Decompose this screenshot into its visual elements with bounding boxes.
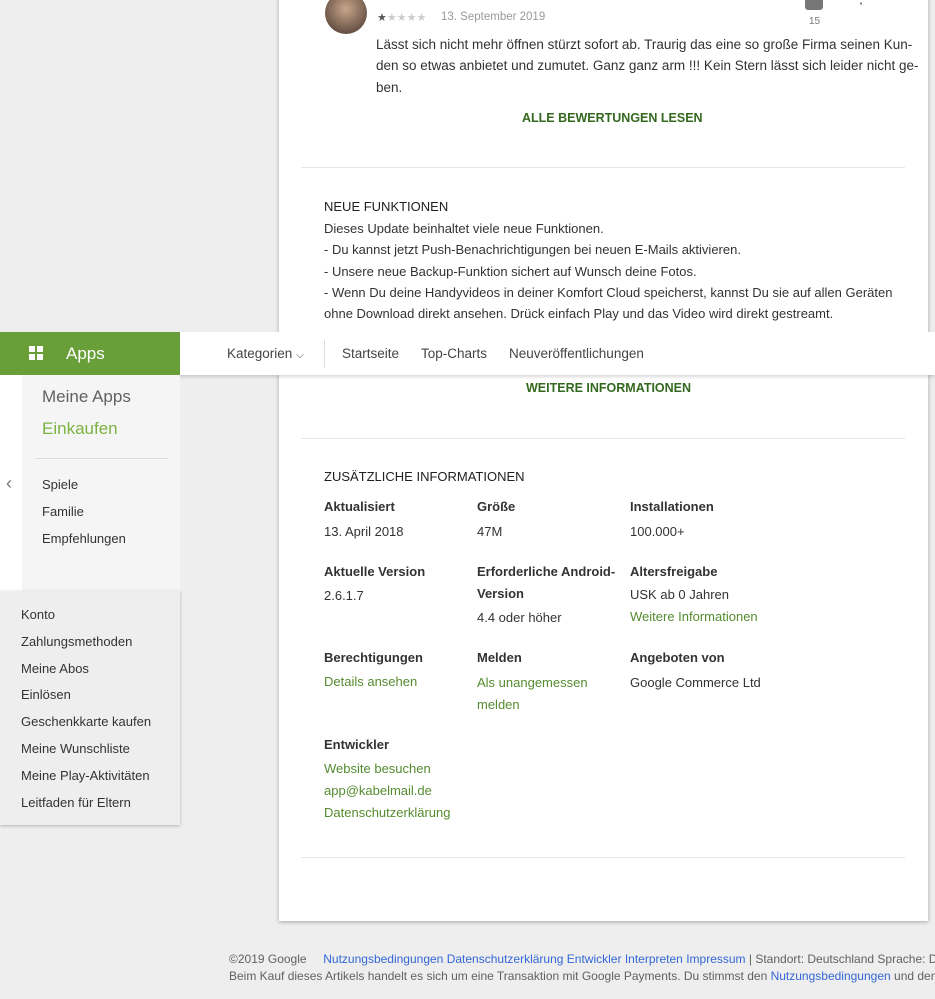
chevron-down-icon: ⌵ bbox=[296, 350, 304, 361]
footer-developers-link[interactable]: Entwickler bbox=[567, 952, 622, 966]
nav-new-releases[interactable]: Neuveröffentlichungen bbox=[509, 346, 644, 361]
footer-line-1: ©2019 Google Nutzungsbedingungen Datensc… bbox=[229, 952, 935, 966]
nav-top-charts[interactable]: Top-Charts bbox=[421, 346, 487, 361]
review-text-line: Lässt sich nicht mehr öffnen stürzt sofo… bbox=[376, 37, 913, 52]
nav-divider bbox=[324, 340, 325, 368]
collapse-sidebar-chevron-icon[interactable]: ‹ bbox=[6, 473, 12, 494]
footer-line-2: Beim Kauf dieses Artikels handelt es sic… bbox=[229, 969, 935, 983]
whats-new-line: ohne Download direkt ansehen. Drück einf… bbox=[324, 306, 834, 321]
nav-home[interactable]: Startseite bbox=[342, 346, 399, 361]
footer-terms-link[interactable]: Nutzungsbedingungen bbox=[771, 969, 891, 983]
whats-new-line: - Wenn Du deine Handyvideos in deiner Ko… bbox=[324, 285, 893, 300]
sidebar: ‹ Meine Apps Einkaufen Spiele Familie Em… bbox=[0, 375, 180, 591]
menu-redeem[interactable]: Einlösen bbox=[21, 687, 71, 702]
menu-parent-guide[interactable]: Leitfaden für Eltern bbox=[21, 795, 131, 810]
more-options-icon[interactable]: ⋮ bbox=[853, 0, 869, 7]
android-value: 4.4 oder höher bbox=[477, 610, 562, 625]
developer-privacy-link[interactable]: Datenschutzerklärung bbox=[324, 805, 450, 820]
sidebar-family[interactable]: Familie bbox=[42, 504, 84, 519]
permissions-link[interactable]: Details ansehen bbox=[324, 674, 417, 689]
footer-terms-link[interactable]: Nutzungsbedingungen bbox=[323, 952, 443, 966]
star-filled-icon: ★ bbox=[377, 12, 387, 24]
more-info-button[interactable]: WEITERE INFORMATIONEN bbox=[526, 381, 691, 395]
helpful-count: 15 bbox=[809, 16, 821, 27]
footer-location: | Standort: Deutschland Sprache: Deu bbox=[748, 952, 935, 966]
sidebar-shop[interactable]: Einkaufen bbox=[42, 419, 118, 439]
sidebar-divider bbox=[35, 458, 168, 459]
updated-value: 13. April 2018 bbox=[324, 524, 404, 539]
permissions-label: Berechtigungen bbox=[324, 650, 423, 665]
divider bbox=[301, 167, 905, 168]
installs-value: 100.000+ bbox=[630, 524, 685, 539]
menu-gift-card[interactable]: Geschenkkarte kaufen bbox=[21, 714, 151, 729]
developer-label: Entwickler bbox=[324, 737, 390, 752]
additional-info-title: ZUSÄTZLICHE INFORMATIONEN bbox=[324, 469, 525, 484]
review-text-line: den so etwas anbietet und zumutet. Ganz … bbox=[376, 58, 919, 73]
menu-subscriptions[interactable]: Meine Abos bbox=[21, 661, 89, 676]
top-nav-bar: Apps Kategorien ⌵ Startseite Top-Charts … bbox=[0, 332, 935, 375]
read-all-reviews-button[interactable]: ALLE BEWERTUNGEN LESEN bbox=[522, 111, 703, 125]
star-empty-icon: ★★★★ bbox=[386, 12, 427, 24]
sidebar-games[interactable]: Spiele bbox=[42, 477, 78, 492]
categories-dropdown[interactable]: Kategorien ⌵ bbox=[227, 346, 304, 361]
android-label: Erforderliche Android- bbox=[477, 564, 616, 579]
footer-privacy-link[interactable]: Datenschutzerklärung bbox=[447, 952, 564, 966]
categories-label: Kategorien bbox=[227, 346, 293, 361]
developer-email-link[interactable]: app@kabelmail.de bbox=[324, 783, 432, 798]
whats-new-title: NEUE FUNKTIONEN bbox=[324, 199, 449, 214]
footer-imprint-link[interactable]: Impressum bbox=[686, 952, 745, 966]
footer-artists-link[interactable]: Interpreten bbox=[625, 952, 683, 966]
android-label: Version bbox=[477, 586, 524, 601]
sidebar-recommendations[interactable]: Empfehlungen bbox=[42, 531, 126, 546]
menu-play-activity[interactable]: Meine Play-Aktivitäten bbox=[21, 768, 150, 783]
developer-website-link[interactable]: Website besuchen bbox=[324, 761, 431, 776]
footer-text: und den bbox=[894, 969, 935, 983]
apps-tab[interactable]: Apps bbox=[0, 332, 180, 375]
star-rating: ★★★★★ bbox=[377, 11, 426, 24]
review-text-line: ben. bbox=[376, 80, 403, 95]
copyright: ©2019 Google bbox=[229, 952, 307, 966]
whats-new-line: - Du kannst jetzt Push-Benachrichtigunge… bbox=[324, 242, 741, 257]
updated-label: Aktualisiert bbox=[324, 499, 395, 514]
whats-new-line: - Unsere neue Backup-Funktion sichert au… bbox=[324, 264, 697, 279]
menu-account[interactable]: Konto bbox=[21, 607, 55, 622]
divider bbox=[301, 857, 905, 858]
offered-by-label: Angeboten von bbox=[630, 650, 725, 665]
version-label: Aktuelle Version bbox=[324, 564, 426, 579]
report-link[interactable]: Als unangemessen bbox=[477, 675, 588, 690]
review-date: 13. September 2019 bbox=[441, 11, 546, 23]
size-value: 47M bbox=[477, 524, 503, 539]
apps-grid-icon bbox=[29, 346, 43, 360]
content-rating-link[interactable]: Weitere Informationen bbox=[630, 609, 758, 624]
footer-text: Beim Kauf dieses Artikels handelt es sic… bbox=[229, 969, 771, 983]
divider bbox=[301, 438, 905, 439]
size-label: Größe bbox=[477, 499, 516, 514]
content-rating-label: Altersfreigabe bbox=[630, 564, 718, 579]
content-rating-value: USK ab 0 Jahren bbox=[630, 587, 730, 602]
whats-new-line: Dieses Update beinhaltet viele neue Funk… bbox=[324, 221, 604, 236]
apps-label: Apps bbox=[66, 344, 105, 363]
account-menu: Konto Zahlungsmethoden Meine Abos Einlös… bbox=[0, 591, 180, 825]
menu-payment-methods[interactable]: Zahlungsmethoden bbox=[21, 634, 132, 649]
thumbs-up-icon[interactable] bbox=[805, 0, 823, 10]
sidebar-my-apps[interactable]: Meine Apps bbox=[42, 387, 131, 407]
version-value: 2.6.1.7 bbox=[324, 588, 364, 603]
menu-wishlist[interactable]: Meine Wunschliste bbox=[21, 741, 130, 756]
report-label: Melden bbox=[477, 650, 522, 665]
report-link[interactable]: melden bbox=[477, 697, 520, 712]
installs-label: Installationen bbox=[630, 499, 714, 514]
offered-by-value: Google Commerce Ltd bbox=[630, 675, 761, 690]
